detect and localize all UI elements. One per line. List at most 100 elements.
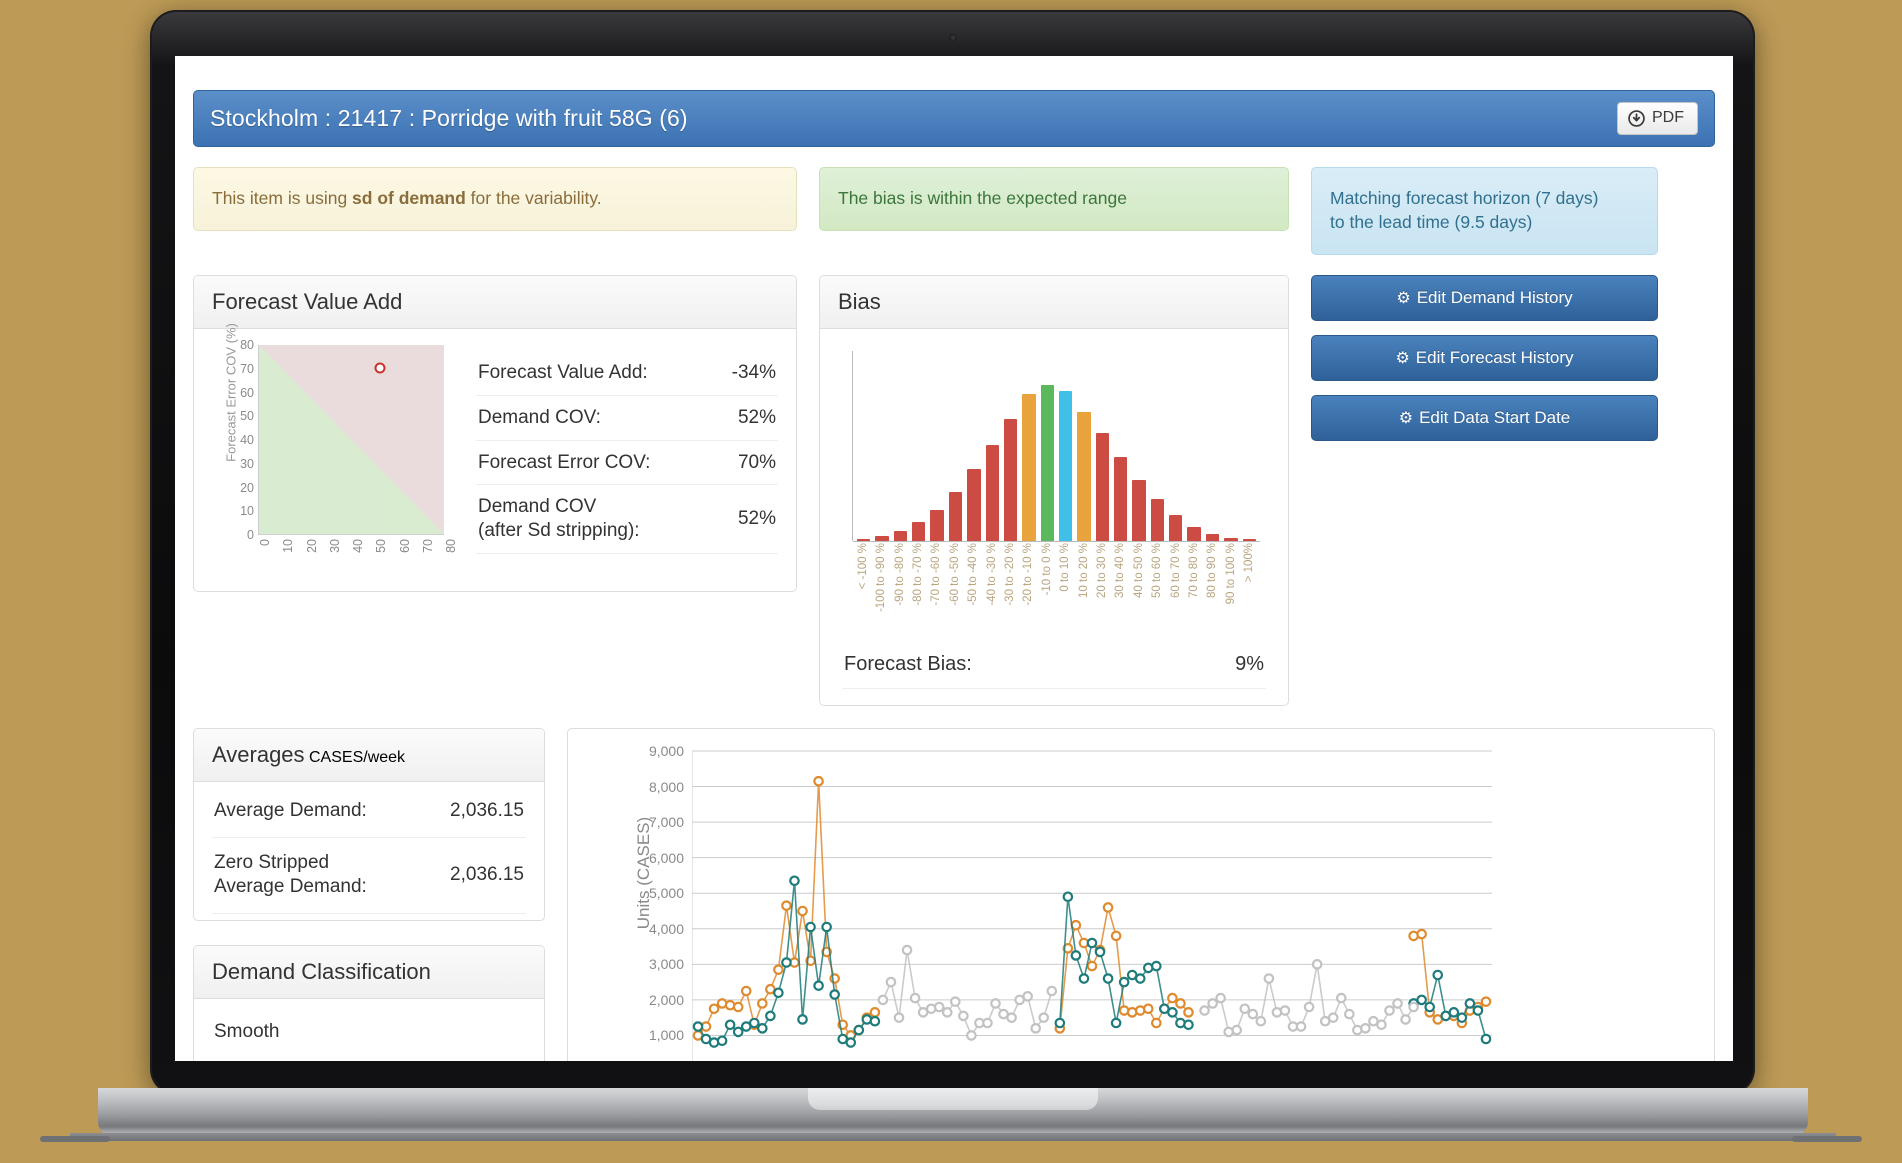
fva-plot-area (258, 345, 444, 535)
bias-histogram-x-tick: 60 to 70 % (1169, 543, 1182, 598)
timeseries-data-point (1231, 1024, 1243, 1036)
timeseries-data-point (692, 1021, 704, 1032)
timeseries-data-point (1086, 937, 1098, 949)
timeseries-y-tick: 7,000 (648, 814, 684, 831)
bias-histogram-bar (1205, 534, 1220, 541)
horizon-alert: Matching forecast horizon (7 days) to th… (1311, 167, 1658, 255)
stripped-line1: Demand COV (478, 496, 597, 518)
timeseries-data-point (1207, 998, 1218, 1009)
timeseries-data-point (1360, 1023, 1371, 1034)
edit-data-start-date-button[interactable]: ⚙ Edit Data Start Date (1311, 395, 1658, 441)
bias-histogram-bar (1058, 390, 1073, 541)
edit-demand-history-button[interactable]: ⚙ Edit Demand History (1311, 275, 1658, 321)
timeseries-data-point (1134, 973, 1146, 984)
timeseries-data-point (1239, 1003, 1251, 1015)
bottom-row: Averages CASES/week Average Demand: 2,03… (193, 728, 1715, 1061)
averages-panel-title: Averages (212, 742, 305, 767)
bias-panel: Bias < -100 % -100 to -90 % -90 to -80 % -8… (819, 275, 1289, 706)
stat-value: 52% (737, 406, 776, 428)
fva-y-tick: 30 (240, 456, 254, 471)
bias-histogram (852, 351, 1260, 542)
timeseries-data-point (1167, 992, 1178, 1004)
bias-panel-title: Bias (838, 289, 881, 314)
timeseries-data-point (958, 1010, 969, 1022)
page-header: Stockholm : 21417 : Porridge with fruit … (193, 90, 1715, 147)
stat-label: Demand COV (after Sd stripping): (478, 495, 640, 543)
gear-icon: ⚙ (1395, 350, 1410, 367)
fva-y-tick: 10 (240, 504, 254, 519)
fva-x-tick: 60 (397, 539, 412, 553)
forecast-value-add-title: Forecast Value Add (212, 289, 403, 314)
timeseries-data-point (797, 1014, 808, 1025)
laptop-base (98, 1088, 1808, 1136)
bias-histogram-bar (1077, 411, 1091, 541)
timeseries-data-point (757, 1023, 768, 1034)
timeseries-y-tick: 5,000 (648, 885, 684, 902)
fva-x-tick: 40 (351, 539, 365, 553)
gear-icon: ⚙ (1398, 410, 1414, 427)
fva-x-tick: 10 (281, 539, 296, 553)
timeseries-data-point (933, 1001, 945, 1013)
pdf-button-label: PDF (1652, 109, 1684, 126)
app-page: Stockholm : 21417 : Porridge with fruit … (175, 56, 1733, 1061)
stat-value: -34% (731, 362, 776, 383)
forecast-value-add-body: Forecast Error COV (%) 80 70 60 50 40 30 20 10 0… (194, 323, 796, 591)
bias-histogram-bar (912, 521, 926, 541)
timeseries-data-point (877, 994, 889, 1006)
timeseries-data-point (941, 1007, 953, 1018)
timeseries-data-point (1424, 1001, 1436, 1013)
timeseries-data-point (1376, 1019, 1387, 1031)
timeseries-data-point (1215, 992, 1226, 1004)
timeseries-data-point (901, 944, 913, 956)
edit-forecast-history-label: Edit Forecast History (1415, 348, 1574, 367)
pdf-button[interactable]: PDF (1617, 102, 1698, 135)
laptop-foot-left (40, 1136, 110, 1142)
demand-classification-panel: Demand Classification Smooth (193, 945, 545, 1061)
averages-panel-subtitle: CASES/week (309, 749, 406, 766)
bias-histogram-x-tick: > 100% (1243, 543, 1256, 583)
timeseries-data-point (1078, 973, 1090, 984)
timeseries-data-point (1151, 960, 1162, 972)
edit-forecast-history-button[interactable]: ⚙ Edit Forecast History (1311, 335, 1658, 381)
stat-row-stripped: Demand COV (after Sd stripping): 52% (476, 485, 778, 554)
timeseries-data-point (1400, 1014, 1411, 1025)
bias-histogram-bar (948, 492, 963, 541)
forecast-bias-row: Forecast Bias: 9% (842, 643, 1266, 689)
timeseries-data-point (909, 992, 921, 1004)
actions-column: ⚙ Edit Demand History ⚙ Edit Forecast Hist… (1311, 275, 1658, 706)
timeseries-data-point (1416, 994, 1427, 1006)
bias-histogram-x-labels: < -100 % -100 to -90 % -90 to -80 % -80 to … (856, 541, 1256, 633)
timeseries-data-point (1167, 1007, 1178, 1018)
variability-alert: This item is using sd of demand for the … (193, 167, 797, 231)
timeseries-data-point (1480, 1033, 1492, 1045)
timeseries-data-point (1408, 1001, 1419, 1013)
variability-alert-strong: sd of demand (352, 188, 466, 209)
timeseries-y-tick: 6,000 (648, 849, 684, 866)
timeseries-data-point (1175, 998, 1186, 1009)
demand-classification-value: Smooth (214, 1021, 280, 1043)
stat-label: Forecast Value Add: (478, 362, 648, 383)
average-row-value: 2,036.15 (450, 800, 524, 822)
fva-x-tick: 0 (258, 539, 272, 546)
bias-histogram-x-tick: 40 to 50 % (1132, 543, 1145, 598)
timeseries-data-point (1062, 891, 1074, 903)
fva-x-tick: 50 (374, 539, 389, 553)
timeseries-data-point (1255, 1015, 1267, 1027)
average-row-label: Average Demand: (214, 800, 367, 821)
timeseries-y-tick: 8,000 (648, 778, 684, 795)
bias-histogram-x-tick: -50 to -40 % (967, 543, 980, 606)
timeseries-y-tick: 4,000 (648, 920, 684, 937)
timeseries-data-point (1183, 1019, 1194, 1031)
timeseries-data-point (813, 775, 824, 787)
timeseries-data-point (1183, 1007, 1194, 1018)
fva-y-tick: 60 (240, 385, 254, 400)
timeseries-data-point (1110, 930, 1122, 942)
timeseries-data-point (853, 1024, 865, 1036)
bias-histogram-bar (1114, 457, 1128, 541)
bias-histogram-x-tick: 50 to 60 % (1151, 543, 1164, 598)
timeseries-y-tick: 9,000 (648, 743, 684, 759)
timeseries-data-point (1094, 946, 1106, 958)
bias-histogram-x-tick: -10 to 0 % (1040, 543, 1053, 596)
fva-x-tick: 20 (304, 539, 319, 553)
timeseries-data-point (1199, 1005, 1210, 1016)
